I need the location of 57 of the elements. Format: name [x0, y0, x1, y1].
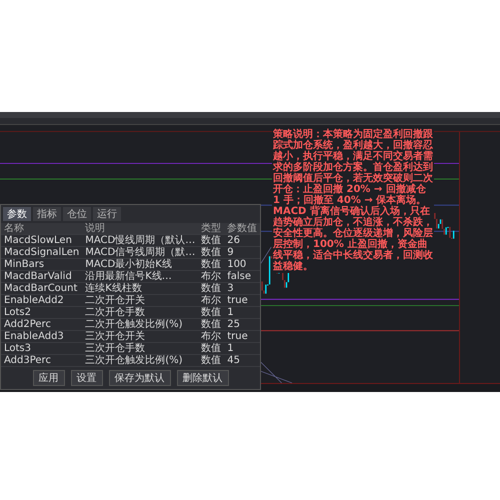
column-header: 名称 — [1, 223, 82, 234]
parameter-type: 布尔 — [198, 330, 224, 342]
parameter-type: 数值 — [198, 282, 224, 294]
parameter-value[interactable]: 9 — [224, 246, 260, 258]
parameter-type: 数值 — [198, 234, 224, 246]
parameter-name: Lots2 — [1, 306, 82, 318]
parameter-type: 数值 — [198, 354, 224, 366]
parameter-type: 数值 — [198, 246, 224, 258]
parameter-description: 二次开仓开关 — [82, 294, 198, 306]
dialog-button[interactable]: 应用 — [32, 370, 65, 386]
parameter-description: 沿用最新信号K线… — [82, 270, 198, 282]
parameter-name: EnableAdd3 — [1, 330, 82, 342]
parameter-description: 三次开仓开关 — [82, 330, 198, 342]
parameter-value[interactable]: 3 — [224, 282, 260, 294]
parameter-value[interactable]: true — [224, 294, 260, 306]
parameter-name: Add3Perc — [1, 354, 82, 366]
column-header: 类型 — [198, 223, 224, 234]
parameter-description: 二次开仓触发比例(%) — [82, 318, 198, 330]
parameter-name: Add2Perc — [1, 318, 82, 330]
parameter-value[interactable]: 26 — [224, 234, 260, 246]
dialog-tab[interactable]: 指标 — [33, 207, 61, 221]
parameter-type: 布尔 — [198, 270, 224, 282]
dialog-tab[interactable]: 参数 — [3, 207, 31, 221]
parameter-value[interactable]: 1 — [224, 342, 260, 354]
parameter-type: 布尔 — [198, 294, 224, 306]
parameter-value[interactable]: false — [224, 270, 260, 282]
parameter-type: 数值 — [198, 342, 224, 354]
column-header: 参数值 — [224, 223, 260, 234]
parameter-value[interactable]: 45 — [224, 354, 260, 366]
dialog-tab[interactable]: 运行 — [93, 207, 121, 221]
parameter-description: MACD最小初始K线 — [82, 258, 198, 270]
parameter-name: MacdBarCount — [1, 282, 82, 294]
dialog-tab[interactable]: 仓位 — [63, 207, 91, 221]
parameter-name: MacdSlowLen — [1, 234, 82, 246]
parameter-type: 数值 — [198, 318, 224, 330]
dialog-button[interactable]: 删除默认 — [176, 370, 229, 386]
dialog-button[interactable]: 设置 — [70, 370, 103, 386]
column-header: 说明 — [82, 223, 198, 234]
parameter-value[interactable]: 25 — [224, 318, 260, 330]
parameter-description: 三次开仓手数 — [82, 342, 198, 354]
parameter-description: 三次开仓触发比例(%) — [82, 354, 198, 366]
parameter-description: MACD慢线周期（默认… — [82, 234, 198, 246]
parameter-description: 连续K线柱数 — [82, 282, 198, 294]
parameter-description: 二次开仓手数 — [82, 306, 198, 318]
parameter-name: MacdSignalLen — [1, 246, 82, 258]
parameter-name: Lots3 — [1, 342, 82, 354]
parameter-description: MACD信号线周期（默… — [82, 246, 198, 258]
parameter-type: 数值 — [198, 258, 224, 270]
parameter-value[interactable]: 100 — [224, 258, 260, 270]
parameter-name: MinBars — [1, 258, 82, 270]
parameter-name: MacdBarValid — [1, 270, 82, 282]
parameter-value[interactable]: 1 — [224, 306, 260, 318]
dialog-button[interactable]: 保存为默认 — [108, 370, 171, 386]
parameter-value[interactable]: true — [224, 330, 260, 342]
parameter-type: 数值 — [198, 306, 224, 318]
parameter-name: EnableAdd2 — [1, 294, 82, 306]
annotation-text: 策略说明：本策略为固定盈利回撤跟踪式加仓系统，盈利越大，回撤容忍越小，执行平稳，满足不同交易者需求的多阶段加仓方案。首仓盈利达到回撤阈值后平仓，若无效突破则二次开仓：止盈回撤 20% → 回撤减仓 1 手；回撤至 40% → 保本离场。MACD 背离信号确认后入场，只在趋势确立后加仓，不追涨，不杀跌，安全性更高。仓位逐级递增，风险层层控制，100% 止盈回撤，资金曲线平稳，适合中长线交易者，回测收益稳健。 — [272, 128, 434, 273]
